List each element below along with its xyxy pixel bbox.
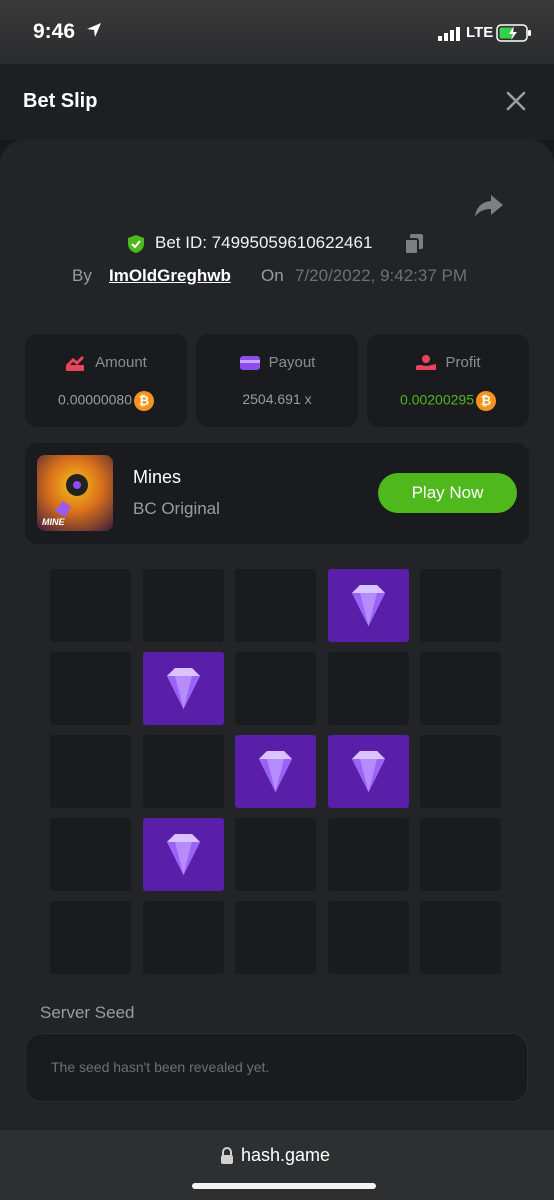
game-provider: BC Original xyxy=(133,499,220,518)
play-now-button[interactable]: Play Now xyxy=(378,473,517,513)
status-bar: 9:46 LTE xyxy=(0,0,554,64)
profit-hand-icon xyxy=(416,355,437,371)
profit-value: 0.00200295 xyxy=(400,391,474,408)
bet-slip-header: Bet Slip xyxy=(0,64,554,140)
server-seed-value: The seed hasn't been revealed yet. xyxy=(51,1059,270,1075)
browser-url: hash.game xyxy=(241,1145,331,1165)
game-card: MINE Mines BC Original Play Now xyxy=(25,443,529,544)
amount-icon xyxy=(66,355,85,372)
mine-tile[interactable] xyxy=(420,735,501,808)
mine-tile[interactable] xyxy=(420,901,501,974)
page-title: Bet Slip xyxy=(23,90,98,112)
mine-tile[interactable] xyxy=(235,818,316,891)
gem-icon xyxy=(352,751,385,792)
username-link[interactable]: ImOldGreghwb xyxy=(109,266,231,286)
mine-tile[interactable] xyxy=(50,901,131,974)
mine-tile[interactable] xyxy=(143,569,224,642)
server-seed-label: Server Seed xyxy=(40,1003,135,1022)
mine-tile[interactable] xyxy=(420,652,501,725)
amount-label: Amount xyxy=(95,354,147,371)
by-label: By xyxy=(72,266,92,285)
game-name: Mines xyxy=(133,467,182,487)
mine-tile-gem[interactable] xyxy=(143,818,224,891)
signal-icon xyxy=(438,27,460,41)
payout-label: Payout xyxy=(268,354,316,371)
amount-card: Amount 0.00000080 ₿ xyxy=(25,334,187,427)
mine-tile[interactable] xyxy=(50,735,131,808)
gem-icon xyxy=(167,834,200,875)
amount-header: Amount xyxy=(25,354,187,372)
mine-tile[interactable] xyxy=(328,652,409,725)
payout-header: Payout xyxy=(196,354,358,372)
profit-header: Profit xyxy=(367,354,529,372)
profit-card: Profit 0.00200295 ₿ xyxy=(367,334,529,427)
mine-tile[interactable] xyxy=(235,652,316,725)
status-time: 9:46 xyxy=(33,20,76,43)
bitcoin-icon: ₿ xyxy=(133,391,154,411)
mine-tile[interactable] xyxy=(328,901,409,974)
verified-shield-icon xyxy=(128,235,144,253)
mine-tile[interactable] xyxy=(143,901,224,974)
mines-thumbnail[interactable]: MINE xyxy=(37,455,113,531)
gem-icon xyxy=(259,751,292,792)
mine-tile[interactable] xyxy=(328,818,409,891)
mine-tile[interactable] xyxy=(420,818,501,891)
mine-tile[interactable] xyxy=(50,569,131,642)
payout-card: Payout 2504.691 x xyxy=(196,334,358,427)
mine-tile[interactable] xyxy=(420,569,501,642)
bet-date: 7/20/2022, 9:42:37 PM xyxy=(295,266,468,285)
wallet-icon xyxy=(239,356,260,371)
mine-tile-gem[interactable] xyxy=(143,652,224,725)
on-label: On xyxy=(261,266,284,285)
mine-tile[interactable] xyxy=(50,818,131,891)
gem-icon xyxy=(352,585,385,626)
profit-label: Profit xyxy=(445,354,481,371)
amount-value-row: 0.00000080 ₿ xyxy=(25,391,187,411)
mine-tile[interactable] xyxy=(143,735,224,808)
mine-tile-gem[interactable] xyxy=(235,735,316,808)
payout-value-row: 2504.691 x xyxy=(196,391,358,407)
mines-board xyxy=(50,569,501,974)
battery-charging-icon xyxy=(496,24,531,42)
mine-tile[interactable] xyxy=(235,569,316,642)
payout-value: 2504.691 x xyxy=(242,391,312,407)
mine-tile-gem[interactable] xyxy=(328,735,409,808)
mine-tile-gem[interactable] xyxy=(328,569,409,642)
close-icon[interactable] xyxy=(505,90,527,112)
server-seed-box: The seed hasn't been revealed yet. xyxy=(25,1033,528,1102)
mine-tile[interactable] xyxy=(50,652,131,725)
share-icon[interactable] xyxy=(474,193,504,219)
gem-icon xyxy=(167,668,200,709)
lock-icon xyxy=(221,1147,233,1164)
mine-tile[interactable] xyxy=(235,901,316,974)
thumbnail-label: MINE xyxy=(42,517,65,527)
profit-value-row: 0.00200295 ₿ xyxy=(367,391,529,411)
bet-id: Bet ID: 74995059610622461 xyxy=(155,233,373,252)
home-indicator xyxy=(192,1183,376,1189)
amount-value: 0.00000080 xyxy=(58,391,132,408)
network-label: LTE xyxy=(466,24,494,41)
location-arrow-icon xyxy=(87,23,101,37)
bitcoin-icon: ₿ xyxy=(475,391,496,411)
copy-icon[interactable] xyxy=(403,233,425,255)
